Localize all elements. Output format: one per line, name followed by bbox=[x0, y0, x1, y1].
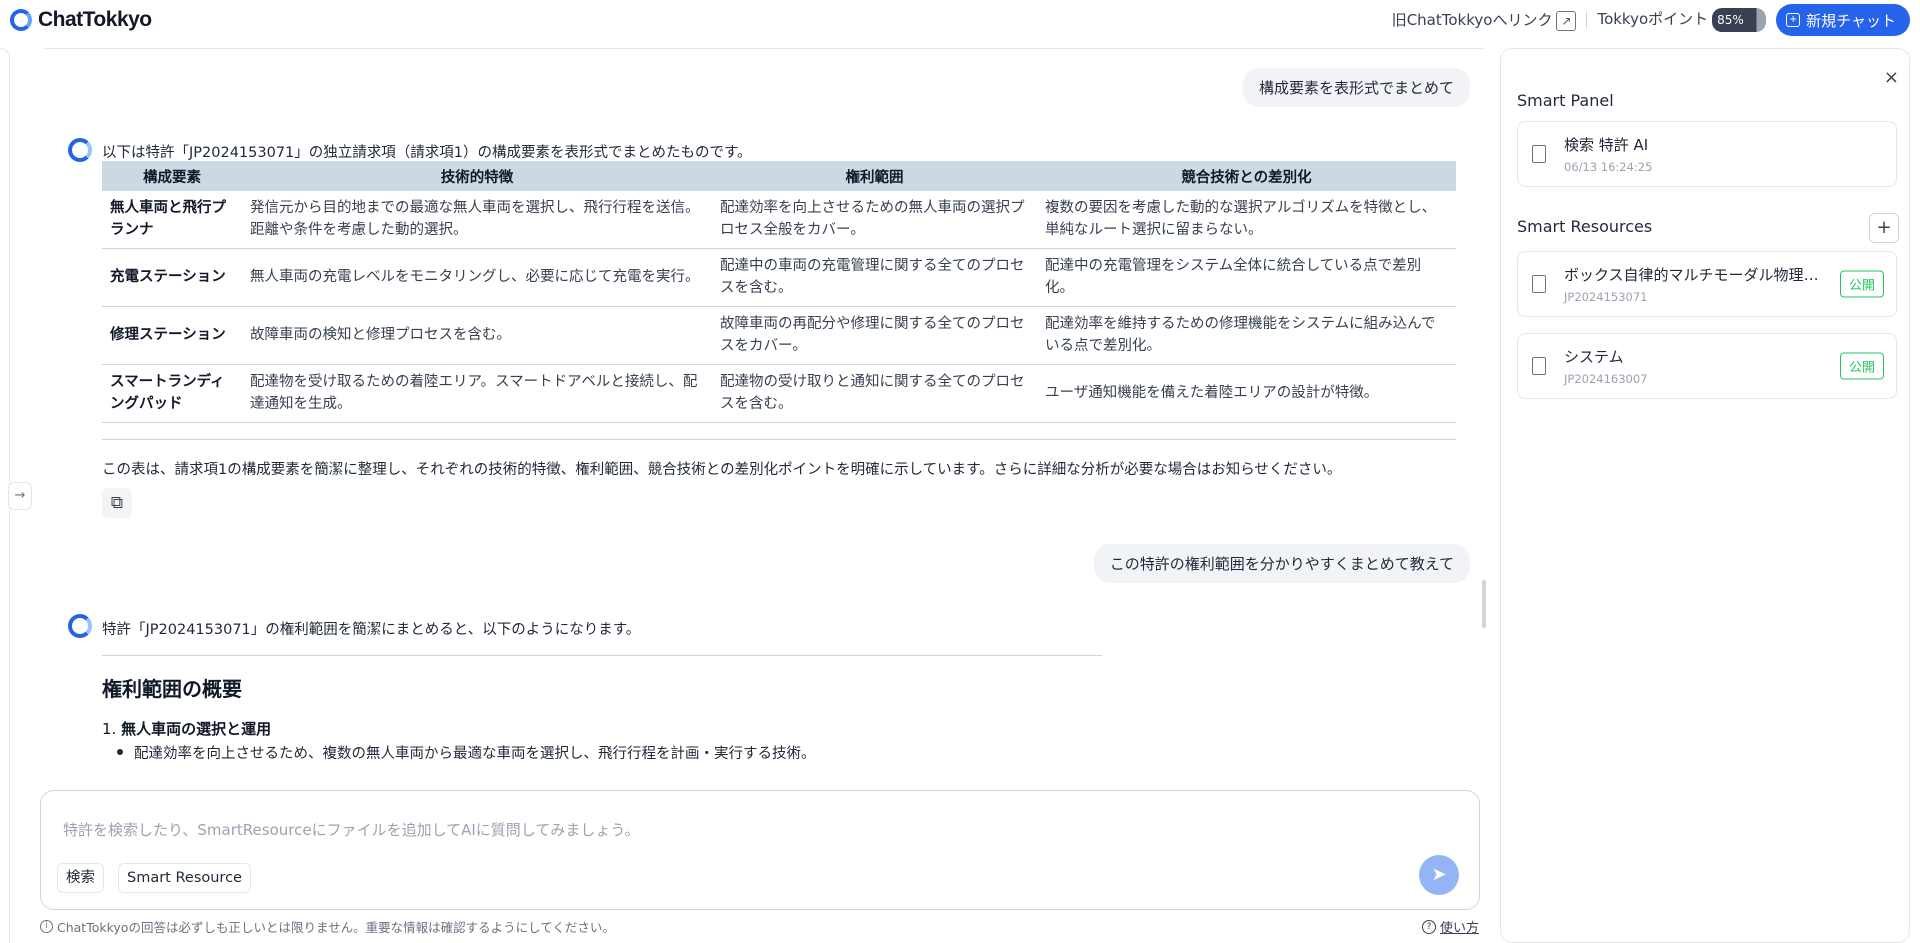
numbered-item: 1. 無人車両の選択と運用 bbox=[102, 718, 271, 739]
table-row: 充電ステーション 無人車両の充電レベルをモニタリングし、必要に応じて充電を実行。… bbox=[102, 248, 1456, 307]
table-header-cell: 技術的特徴 bbox=[242, 161, 712, 191]
bullet-item: 配達効率を向上させるため、複数の無人車両から最適な車両を選択し、飛行行程を計画・… bbox=[117, 742, 816, 763]
legacy-link[interactable]: 旧ChatTokkyoへリンク ↗ bbox=[1392, 9, 1577, 31]
panel-card-time: 06/13 16:24:25 bbox=[1564, 160, 1653, 174]
brand[interactable]: ChatTokkyo bbox=[10, 8, 152, 32]
table-cell: 無人車両と飛行プランナ bbox=[102, 191, 242, 249]
table-cell: 複数の要因を考慮した動的な選択アルゴリズムを特徴とし、単純なルート選択に留まらな… bbox=[1037, 191, 1456, 249]
table-cell: 故障車両の検知と修理プロセスを含む。 bbox=[242, 306, 712, 365]
brand-name: ChatTokkyo bbox=[38, 8, 152, 31]
brand-logo-icon bbox=[10, 9, 32, 31]
points-label: Tokkyoポイント bbox=[1597, 10, 1709, 28]
external-link-icon: ↗ bbox=[1556, 11, 1577, 31]
numbered-item-label: 無人車両の選択と運用 bbox=[121, 720, 272, 738]
copy-icon[interactable]: ⧉ bbox=[102, 488, 132, 518]
smart-panel-heading: Smart Panel bbox=[1517, 91, 1614, 110]
legacy-link-label: 旧ChatTokkyoへリンク bbox=[1391, 11, 1553, 29]
resource-title: システム bbox=[1564, 348, 1624, 366]
help-icon: ? bbox=[1422, 919, 1436, 934]
table-cell: 配達物の受け取りと通知に関する全てのプロセスを含む。 bbox=[712, 364, 1037, 423]
panel-card[interactable]: 検索 特許 AI 06/13 16:24:25 bbox=[1517, 121, 1897, 187]
new-chat-button[interactable]: + 新規チャット bbox=[1776, 4, 1910, 36]
table-cell: 配達効率を維持するための修理機能をシステムに組み込んでいる点で差別化。 bbox=[1037, 306, 1456, 365]
search-chip-button[interactable]: 検索 bbox=[57, 863, 104, 893]
file-lock-icon bbox=[1532, 275, 1546, 293]
chat-input-box: 検索 Smart Resource ➤ bbox=[40, 790, 1480, 910]
send-icon[interactable]: ➤ bbox=[1419, 855, 1459, 895]
table-cell: 配達物を受け取るための着陸エリア。スマートドアベルと接続し、配達通知を生成。 bbox=[242, 364, 712, 423]
app-header: ChatTokkyo 旧ChatTokkyoへリンク ↗ Tokkyoポイント 85… bbox=[0, 0, 1920, 40]
public-badge: 公開 bbox=[1839, 270, 1884, 298]
table-cell: 無人車両の充電レベルをモニタリングし、必要に応じて充電を実行。 bbox=[242, 248, 712, 307]
table-row: 無人車両と飛行プランナ 発信元から目的地までの最適な無人車両を選択し、飛行行程を… bbox=[102, 191, 1456, 249]
resource-title: ボックス自律的マルチモーダル物理配達システム bbox=[1564, 266, 1824, 284]
close-icon[interactable]: × bbox=[1884, 67, 1899, 88]
table-header-cell: 権利範囲 bbox=[712, 161, 1037, 191]
smart-panel: × Smart Panel 検索 特許 AI 06/13 16:24:25 Sm… bbox=[1500, 48, 1910, 943]
chat-top-divider bbox=[44, 48, 1484, 49]
table-row: 修理ステーション 故障車両の検知と修理プロセスを含む。 故障車両の再配分や修理に… bbox=[102, 306, 1456, 365]
user-message: 構成要素を表形式でまとめて bbox=[1242, 68, 1470, 107]
table-cell: スマートランディングパッド bbox=[102, 364, 242, 423]
smart-resource-chip-button[interactable]: Smart Resource bbox=[118, 863, 251, 893]
table-bottom-divider bbox=[102, 438, 1456, 440]
table-cell: 配達中の車両の充電管理に関する全てのプロセスを含む。 bbox=[712, 248, 1037, 307]
table-header-cell: 競合技術との差別化 bbox=[1037, 161, 1456, 191]
info-icon: i bbox=[40, 920, 53, 933]
response-divider bbox=[102, 655, 1102, 656]
section-title: 権利範囲の概要 bbox=[102, 677, 242, 701]
resource-id: JP2024153071 bbox=[1564, 290, 1648, 304]
new-chat-label: 新規チャット bbox=[1806, 11, 1896, 30]
disclaimer-text: ChatTokkyoの回答は必ずしも正しいとは限りません。重要な情報は確認するよ… bbox=[57, 920, 615, 935]
smart-resources-heading: Smart Resources bbox=[1517, 217, 1653, 236]
table-cell: ユーザ通知機能を備えた着陸エリアの設計が特徴。 bbox=[1037, 364, 1456, 423]
numbered-prefix: 1. bbox=[102, 720, 117, 738]
resource-card[interactable]: ボックス自律的マルチモーダル物理配達システム JP2024153071 公開 bbox=[1517, 251, 1897, 317]
chat-input[interactable] bbox=[63, 821, 1363, 839]
header-actions: 旧ChatTokkyoへリンク ↗ Tokkyoポイント 85% + 新規チャット bbox=[1392, 4, 1910, 36]
chart-doc-icon bbox=[1532, 145, 1546, 163]
table-header-row: 構成要素 技術的特徴 権利範囲 競合技術との差別化 bbox=[102, 161, 1456, 191]
ai-avatar-icon bbox=[68, 614, 92, 638]
ai-message-outro: この表は、請求項1の構成要素を簡潔に整理し、それぞれの技術的特徴、権利範囲、競合… bbox=[102, 462, 1342, 478]
tokkyo-points: Tokkyoポイント 85% bbox=[1597, 8, 1767, 32]
chat-scrollbar[interactable] bbox=[1482, 580, 1486, 628]
file-lock-icon bbox=[1532, 357, 1546, 375]
expand-sidebar-icon[interactable]: → bbox=[8, 482, 32, 510]
ai-message-intro: 以下は特許「JP2024153071」の独立請求項（請求項1）の構成要素を表形式… bbox=[102, 145, 752, 161]
resource-id: JP2024163007 bbox=[1564, 372, 1648, 386]
points-badge: 85% bbox=[1712, 8, 1767, 32]
table-cell: 発信元から目的地までの最適な無人車両を選択し、飛行行程を送信。距離や条件を考慮し… bbox=[242, 191, 712, 249]
usage-link[interactable]: ? 使い方 bbox=[1422, 917, 1479, 936]
disclaimer: i ChatTokkyoの回答は必ずしも正しいとは限りません。重要な情報は確認す… bbox=[40, 917, 615, 936]
resource-card[interactable]: システム JP2024163007 公開 bbox=[1517, 333, 1897, 399]
table-header-cell: 構成要素 bbox=[102, 161, 242, 191]
public-badge: 公開 bbox=[1839, 352, 1884, 380]
user-message: この特許の権利範囲を分かりやすくまとめて教えて bbox=[1093, 544, 1470, 583]
ai-message-intro: 特許「JP2024153071」の権利範囲を簡潔にまとめると、以下のようになりま… bbox=[102, 622, 641, 638]
add-resource-icon[interactable]: + bbox=[1869, 213, 1899, 243]
components-table: 構成要素 技術的特徴 権利範囲 競合技術との差別化 無人車両と飛行プランナ 発信… bbox=[102, 161, 1456, 440]
table-cell: 配達効率を向上させるための無人車両の選択プロセス全般をカバー。 bbox=[712, 191, 1037, 249]
ai-avatar-icon bbox=[68, 138, 92, 162]
table-cell: 修理ステーション bbox=[102, 306, 242, 365]
usage-label: 使い方 bbox=[1440, 921, 1480, 936]
chat-thread: 構成要素を表形式でまとめて 以下は特許「JP2024153071」の独立請求項（… bbox=[44, 48, 1484, 768]
new-chat-icon: + bbox=[1786, 13, 1801, 27]
table-cell: 故障車両の再配分や修理に関する全てのプロセスをカバー。 bbox=[712, 306, 1037, 365]
table-cell: 充電ステーション bbox=[102, 248, 242, 307]
header-separator bbox=[1586, 11, 1588, 29]
panel-card-title: 検索 特許 AI bbox=[1564, 136, 1649, 154]
table-cell: 配達中の充電管理をシステム全体に統合している点で差別化。 bbox=[1037, 248, 1456, 307]
table-row: スマートランディングパッド 配達物を受け取るための着陸エリア。スマートドアベルと… bbox=[102, 364, 1456, 423]
